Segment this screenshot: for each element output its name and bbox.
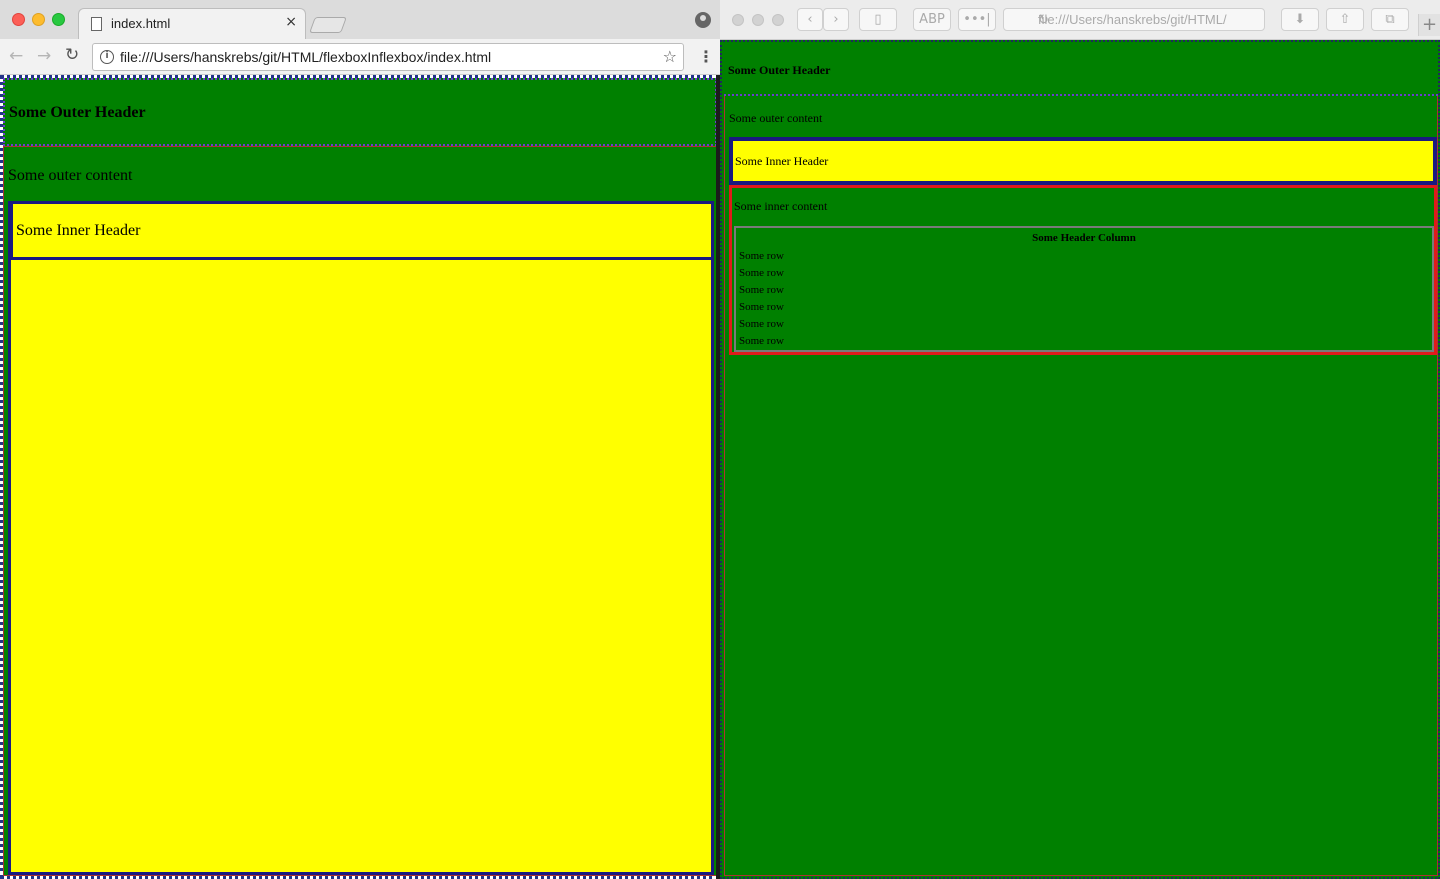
- inner-content-text: Some inner content: [734, 199, 828, 213]
- outer-header-title: Some Outer Header: [9, 104, 146, 121]
- safari-toolbar: ‹ › ▯ ABP •••| file:///Users/hanskrebs/g…: [720, 0, 1440, 40]
- outer-flexbox: Some Outer Header Some outer content Som…: [720, 40, 1440, 879]
- outer-header: Some Outer Header: [724, 44, 1438, 96]
- table-rows: Some row Some row Some row Some row Some…: [739, 248, 784, 350]
- table-row: Some row: [739, 318, 784, 330]
- tab-index-html[interactable]: index.html ×: [78, 8, 306, 39]
- chrome-window: index.html × ← → ↻ i file:///Users/hansk…: [0, 0, 720, 879]
- url-text[interactable]: file:///Users/hanskrebs/git/HTML/flexbox…: [120, 49, 491, 65]
- table-row: Some row: [739, 250, 784, 262]
- table-header-column: Some Header Column: [1032, 232, 1136, 244]
- inner-header-text: Some Inner Header: [735, 154, 829, 168]
- reload-icon[interactable]: ↻: [65, 45, 79, 65]
- safari-page-viewport: Some Outer Header Some outer content Som…: [720, 40, 1440, 879]
- inner-header-text: Some Inner Header: [16, 222, 141, 239]
- inner-header: Some Inner Header: [11, 204, 711, 260]
- menu-icon[interactable]: ⋮: [698, 47, 714, 66]
- outer-flexbox: Some Outer Header Some outer content Som…: [0, 75, 720, 879]
- inner-flexbox: Some Inner Header: [8, 201, 714, 875]
- close-window-button[interactable]: [12, 13, 25, 26]
- outer-body: Some outer content Some Inner Header: [3, 146, 717, 876]
- zoom-window-button[interactable]: [772, 14, 784, 26]
- zoom-window-button[interactable]: [52, 13, 65, 26]
- tab-title: index.html: [111, 16, 171, 31]
- back-arrow-icon[interactable]: ←: [9, 46, 23, 66]
- table-row: Some row: [739, 267, 784, 279]
- address-bar[interactable]: i file:///Users/hanskrebs/git/HTML/flexb…: [92, 43, 684, 71]
- forward-chevron-icon[interactable]: ›: [823, 8, 849, 31]
- chrome-page-viewport: Some Outer Header Some outer content Som…: [0, 75, 720, 879]
- forward-arrow-icon[interactable]: →: [37, 46, 51, 66]
- page-icon: [91, 17, 102, 31]
- minimize-window-button[interactable]: [752, 14, 764, 26]
- sidebar-icon[interactable]: ▯: [859, 8, 897, 31]
- outer-header-title: Some Outer Header: [728, 63, 831, 77]
- outer-content-text: Some outer content: [729, 111, 823, 125]
- new-tab-button[interactable]: [309, 17, 347, 33]
- tab-overview-icon[interactable]: ⧉: [1371, 8, 1409, 31]
- safari-window: ‹ › ▯ ABP •••| file:///Users/hanskrebs/g…: [720, 0, 1440, 879]
- adblock-icon[interactable]: ABP: [913, 8, 951, 31]
- profile-icon[interactable]: [695, 12, 711, 28]
- minimize-window-button[interactable]: [32, 13, 45, 26]
- chrome-toolbar: ← → ↻ i file:///Users/hanskrebs/git/HTML…: [0, 39, 720, 75]
- table-row: Some row: [739, 335, 784, 347]
- new-tab-plus-icon[interactable]: +: [1418, 14, 1440, 36]
- table-row: Some row: [739, 284, 784, 296]
- address-bar[interactable]: file:///Users/hanskrebs/git/HTML/ ↻: [1003, 8, 1265, 31]
- inner-body: Some inner content Some Header Column So…: [729, 185, 1437, 355]
- outer-header: Some Outer Header: [3, 78, 717, 146]
- info-icon[interactable]: i: [100, 50, 114, 64]
- back-chevron-icon[interactable]: ‹: [797, 8, 823, 31]
- chrome-tab-strip: index.html ×: [0, 0, 720, 39]
- table-row: Some row: [739, 301, 784, 313]
- inner-table: Some Header Column Some row Some row Som…: [734, 226, 1434, 352]
- extensions-icon[interactable]: •••|: [958, 8, 996, 31]
- outer-body: Some outer content Some Inner Header Som…: [724, 96, 1438, 876]
- outer-content-text: Some outer content: [8, 167, 133, 184]
- close-window-button[interactable]: [732, 14, 744, 26]
- reload-icon[interactable]: ↻: [1038, 12, 1258, 28]
- bookmark-star-icon[interactable]: ☆: [663, 47, 677, 66]
- tab-close-icon[interactable]: ×: [285, 14, 297, 30]
- share-icon[interactable]: ⇧: [1326, 8, 1364, 31]
- download-icon[interactable]: ⬇: [1281, 8, 1319, 31]
- inner-header: Some Inner Header: [729, 137, 1437, 185]
